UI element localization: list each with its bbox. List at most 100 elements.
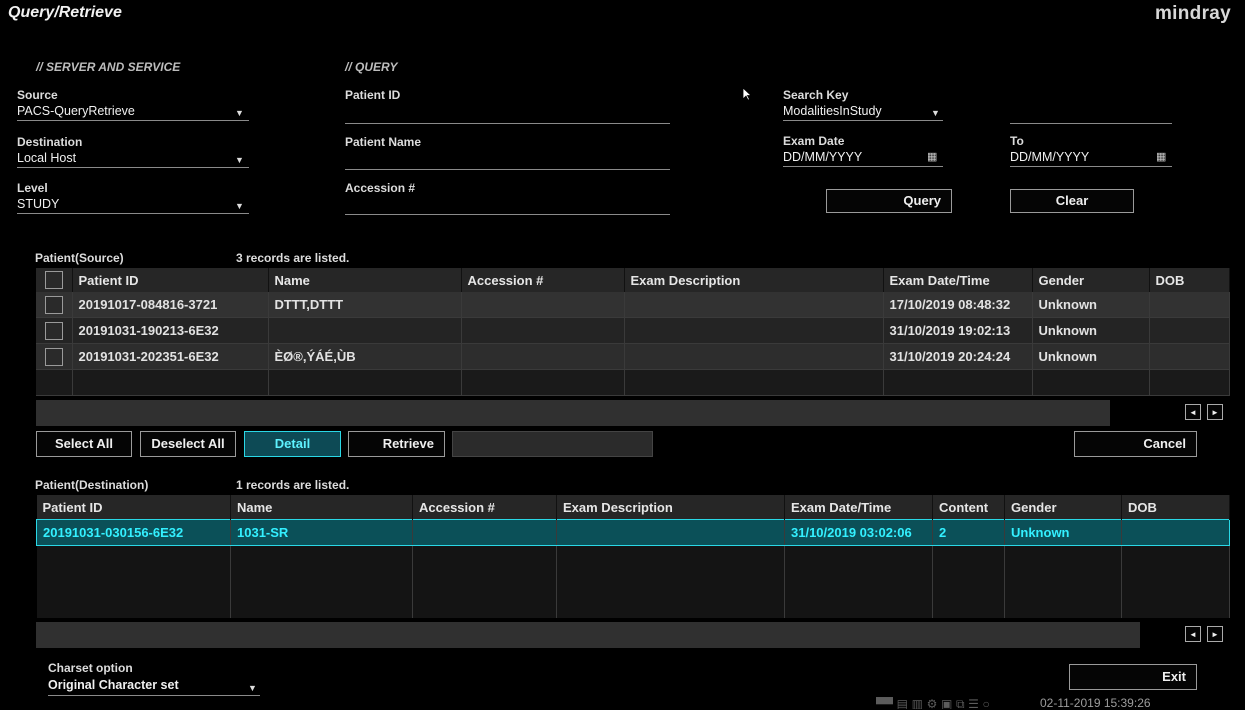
destination-select[interactable]: Local Host ▼ xyxy=(17,150,249,168)
scroll-right-icon[interactable]: ► xyxy=(1207,404,1223,420)
exam-date-value: DD/MM/YYYY xyxy=(783,150,863,164)
empty-table-area xyxy=(36,545,1230,618)
cell-name: DTTT,DTTT xyxy=(268,292,462,318)
cell-description xyxy=(624,317,884,344)
column-header[interactable]: Patient ID xyxy=(36,495,231,520)
exam-date-input[interactable]: DD/MM/YYYY ▦ xyxy=(783,149,943,167)
scroll-left-icon[interactable]: ◄ xyxy=(1185,626,1201,642)
underline xyxy=(783,166,943,167)
cell-accession xyxy=(461,317,625,344)
column-header[interactable]: Gender xyxy=(1032,268,1150,292)
retrieve-progress-field xyxy=(452,431,653,457)
table-row[interactable]: 20191031-190213-6E32 31/10/2019 19:02:13… xyxy=(36,317,1230,344)
cell-patient-id: 20191031-190213-6E32 xyxy=(72,317,269,344)
cell-patient-id: 20191031-030156-6E32 xyxy=(36,519,231,546)
column-header[interactable]: DOB xyxy=(1121,495,1230,520)
cell-dob xyxy=(1121,519,1230,546)
row-checkbox[interactable] xyxy=(44,295,63,314)
deselect-all-button[interactable]: Deselect All xyxy=(140,431,236,457)
system-datetime: 02-11-2019 15:39:26 xyxy=(1040,696,1151,710)
query-button[interactable]: Query xyxy=(826,189,952,213)
patient-id-input[interactable] xyxy=(345,123,670,124)
detail-button[interactable]: Detail xyxy=(244,431,341,457)
header-checkbox[interactable] xyxy=(44,271,63,289)
destination-record-count: 1 records are listed. xyxy=(236,478,350,492)
charset-label: Charset option xyxy=(48,661,133,675)
calendar-icon[interactable]: ▦ xyxy=(927,150,937,163)
accession-label: Accession # xyxy=(345,181,416,195)
storage-icon: ▥ xyxy=(911,697,923,709)
cell-name xyxy=(268,317,462,344)
column-header[interactable]: Exam Date/Time xyxy=(784,495,933,520)
clear-button[interactable]: Clear xyxy=(1010,189,1134,213)
destination-value: Local Host xyxy=(17,151,77,165)
cell-accession xyxy=(461,343,625,370)
level-value: STUDY xyxy=(17,197,60,211)
table-row[interactable]: 20191017-084816-3721 DTTT,DTTT 17/10/201… xyxy=(36,292,1230,318)
column-header[interactable]: Accession # xyxy=(412,495,557,520)
section-title: SERVER AND SERVICE xyxy=(46,60,181,74)
exit-button[interactable]: Exit xyxy=(1069,664,1197,690)
column-header[interactable]: Gender xyxy=(1004,495,1122,520)
charset-select[interactable]: Original Character set ▼ xyxy=(48,677,260,696)
select-all-button[interactable]: Select All xyxy=(36,431,132,457)
underline xyxy=(17,120,249,121)
cell-gender: Unknown xyxy=(1032,292,1150,318)
column-header[interactable]: Exam Date/Time xyxy=(883,268,1033,292)
cell-patient-id: 20191031-202351-6E32 xyxy=(72,343,269,370)
patient-name-label: Patient Name xyxy=(345,135,422,149)
table-row[interactable]: 20191031-202351-6E32 ÈØ®,ÝÁÉ,ÙB 31/10/20… xyxy=(36,343,1230,370)
table-row-selected[interactable]: 20191031-030156-6E32 1031-SR 31/10/2019 … xyxy=(36,519,1230,546)
destination-horizontal-scrollbar[interactable] xyxy=(36,622,1140,648)
to-date-input[interactable]: DD/MM/YYYY ▦ xyxy=(1010,149,1172,167)
table-header-row: Patient ID Name Accession # Exam Descrip… xyxy=(36,268,1230,292)
column-header[interactable]: DOB xyxy=(1149,268,1230,292)
column-header[interactable]: Exam Description xyxy=(624,268,884,292)
level-select[interactable]: STUDY ▼ xyxy=(17,196,249,214)
calendar-icon[interactable]: ▦ xyxy=(1156,150,1166,163)
row-checkbox[interactable] xyxy=(44,321,63,340)
dropdown-arrow-icon: ▼ xyxy=(235,155,244,165)
column-header[interactable]: Exam Description xyxy=(556,495,785,520)
cell-gender: Unknown xyxy=(1032,317,1150,344)
section-server-service: // SERVER AND SERVICE xyxy=(36,60,181,74)
level-label: Level xyxy=(17,181,48,195)
search-key-input[interactable] xyxy=(1010,123,1172,124)
column-header[interactable]: Name xyxy=(268,268,462,292)
cancel-button[interactable]: Cancel xyxy=(1074,431,1197,457)
patient-name-input[interactable] xyxy=(345,169,670,170)
retrieve-button[interactable]: Retrieve xyxy=(348,431,445,457)
exam-date-label: Exam Date xyxy=(783,134,845,148)
brand-logo: mindray xyxy=(1154,3,1231,24)
mouse-cursor-icon xyxy=(742,87,753,101)
cell-name: 1031-SR xyxy=(230,519,413,546)
cell-gender: Unknown xyxy=(1004,519,1122,546)
to-date-value: DD/MM/YYYY xyxy=(1010,150,1090,164)
cell-description xyxy=(624,343,884,370)
underline xyxy=(48,695,260,696)
column-header[interactable]: Patient ID xyxy=(72,268,269,292)
underline xyxy=(1010,166,1172,167)
column-header[interactable]: Accession # xyxy=(461,268,625,292)
dropdown-arrow-icon: ▼ xyxy=(248,683,257,693)
scroll-left-icon[interactable]: ◄ xyxy=(1185,404,1201,420)
list-icon: ☰ xyxy=(968,697,979,709)
source-horizontal-scrollbar[interactable] xyxy=(36,400,1110,426)
cell-dob xyxy=(1149,343,1230,370)
underline xyxy=(17,167,249,168)
column-header[interactable]: Content xyxy=(932,495,1005,520)
row-checkbox[interactable] xyxy=(44,347,63,366)
source-table: Patient ID Name Accession # Exam Descrip… xyxy=(36,268,1230,396)
accession-input[interactable] xyxy=(345,214,670,215)
header-select-all-cell xyxy=(36,268,73,292)
scroll-right-icon[interactable]: ► xyxy=(1207,626,1223,642)
row-checkbox-cell xyxy=(36,343,73,370)
cell-accession xyxy=(461,292,625,318)
cell-datetime: 31/10/2019 03:02:06 xyxy=(784,519,933,546)
search-key-select[interactable]: ModalitiesInStudy ▼ xyxy=(783,103,943,121)
cell-dob xyxy=(1149,292,1230,318)
source-select[interactable]: PACS-QueryRetrieve ▼ xyxy=(17,103,249,121)
column-header[interactable]: Name xyxy=(230,495,413,520)
source-label: Source xyxy=(17,88,58,102)
section-title: QUERY xyxy=(355,60,398,74)
